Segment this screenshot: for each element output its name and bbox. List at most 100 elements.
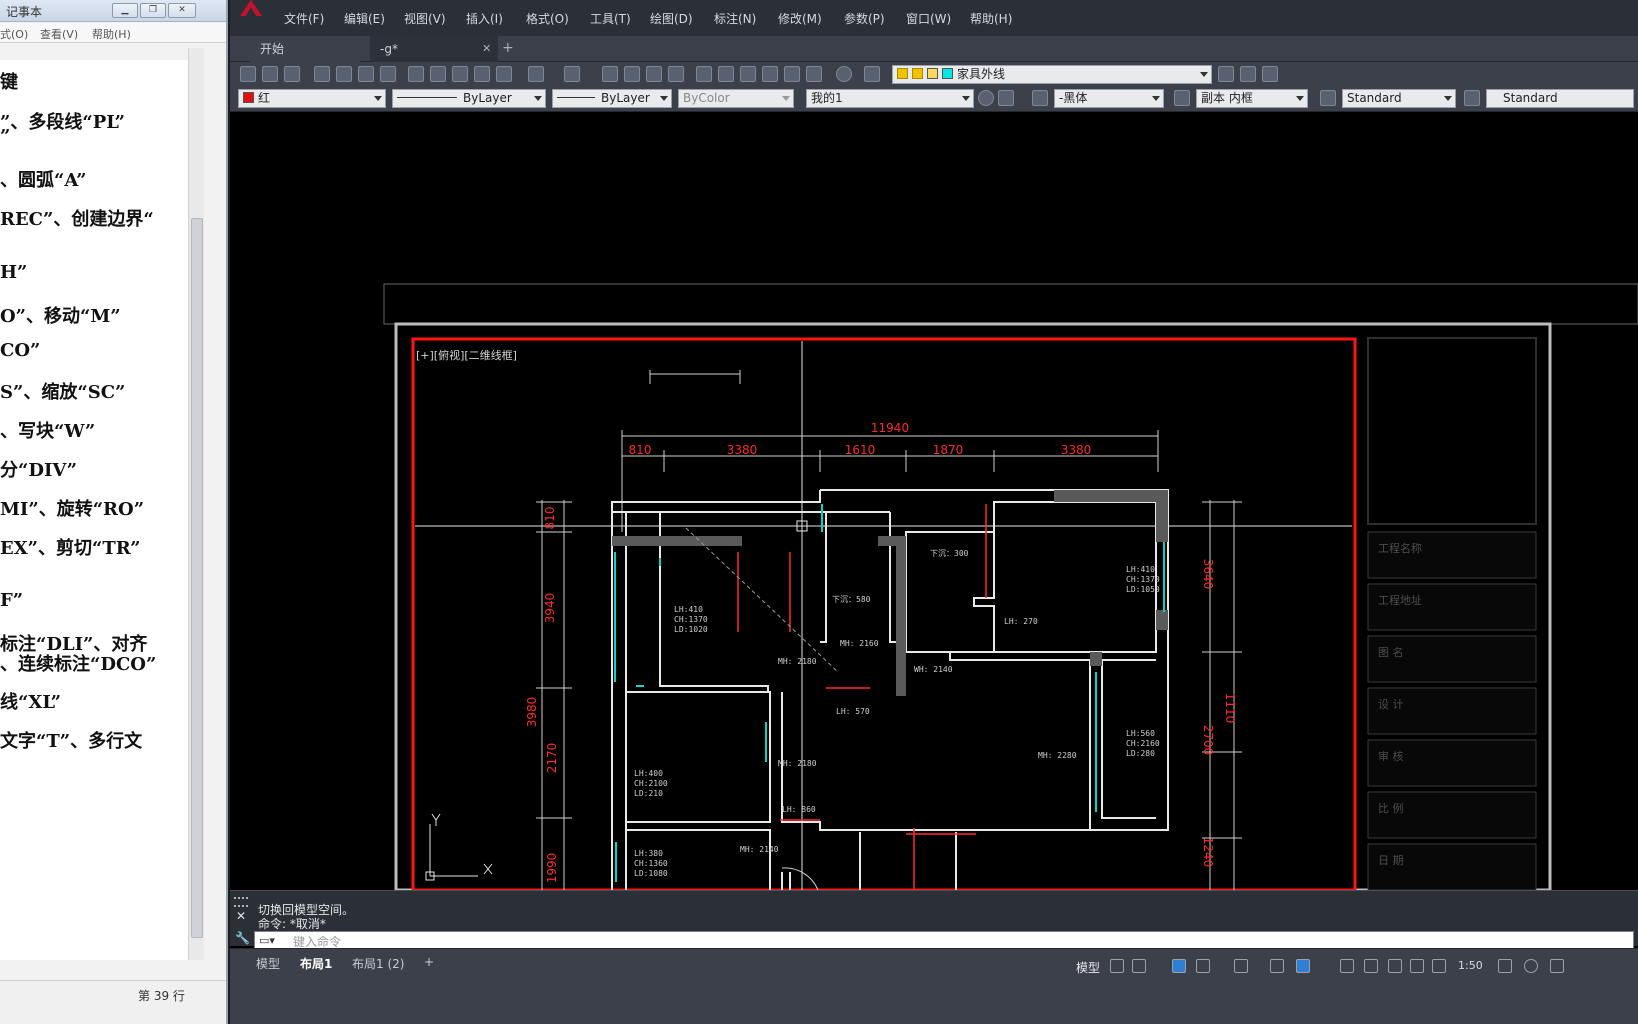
polar-icon[interactable] <box>1196 959 1210 973</box>
annotation-scale-icon[interactable] <box>1388 959 1402 973</box>
menu-insert[interactable]: 插入(I) <box>466 10 503 27</box>
color-dropdown[interactable]: 红 <box>238 89 386 108</box>
model-space-toggle[interactable]: 模型 <box>1076 959 1100 976</box>
dim-style-icon[interactable] <box>1174 90 1190 106</box>
open-icon[interactable] <box>262 66 278 82</box>
auto-scale-icon[interactable] <box>1364 959 1378 973</box>
close-button[interactable]: ✕ <box>168 3 196 18</box>
snap-icon[interactable] <box>1132 959 1146 973</box>
plotstyle-dropdown[interactable]: ByColor <box>678 89 794 108</box>
add-layout-icon[interactable]: + <box>424 955 434 969</box>
scrollbar-thumb[interactable] <box>191 218 203 938</box>
visual-style-icon[interactable] <box>998 90 1014 106</box>
layer-previous-icon[interactable] <box>1240 66 1256 82</box>
maximize-button[interactable]: ❐ <box>140 3 166 18</box>
text-style-dropdown[interactable]: -黑体 <box>1054 89 1164 108</box>
viewport-label[interactable]: [+][俯视][二维线框] <box>416 347 517 363</box>
tab-layout1-2[interactable]: 布局1 (2) <box>352 955 404 972</box>
notepad-scrollbar[interactable] <box>188 48 204 960</box>
save-icon[interactable] <box>284 66 300 82</box>
menu-draw[interactable]: 绘图(D) <box>650 10 693 27</box>
drawing-canvas[interactable]: 工程名称 工程地址 图 名 设 计 审 核 比 例 日 期 11940 810 … <box>230 112 1638 890</box>
tab-start[interactable]: 开始 <box>250 36 360 62</box>
pan-icon[interactable] <box>602 66 618 82</box>
tab-layout1[interactable]: 布局1 <box>300 955 332 972</box>
scale-readout[interactable]: 1:50 <box>1458 959 1483 972</box>
ortho-icon[interactable] <box>1172 959 1186 973</box>
markup-icon[interactable] <box>784 66 800 82</box>
annotation-visibility-icon[interactable] <box>1340 959 1354 973</box>
osnap-tracking-icon[interactable] <box>1270 959 1284 973</box>
viewport-icon[interactable] <box>1432 959 1446 973</box>
make-current-icon[interactable] <box>1218 66 1234 82</box>
add-tab-icon[interactable]: + <box>502 40 514 56</box>
layer-states-icon[interactable] <box>1262 66 1278 82</box>
menu-format[interactable]: 式(O) <box>0 26 28 42</box>
close-tab-icon[interactable]: ✕ <box>482 42 491 55</box>
named-style-dropdown[interactable]: 我的1 <box>806 89 974 108</box>
3d-print-icon[interactable] <box>380 66 396 82</box>
zoom-realtime-icon[interactable] <box>624 66 640 82</box>
tab-model[interactable]: 模型 <box>256 955 280 972</box>
layer-properties-icon[interactable] <box>864 66 880 82</box>
wrench-icon[interactable]: 🔧 <box>235 931 250 945</box>
drag-handle-icon[interactable] <box>234 897 248 907</box>
sheet-set-icon[interactable] <box>762 66 778 82</box>
menu-dimension[interactable]: 标注(N) <box>714 10 756 27</box>
gear-icon[interactable] <box>1524 959 1538 973</box>
text-style-icon[interactable] <box>1032 90 1048 106</box>
menu-modify[interactable]: 修改(M) <box>778 10 822 27</box>
mleader-style-dropdown[interactable]: Standard <box>1486 89 1634 108</box>
menu-view[interactable]: 查看(V) <box>40 26 78 42</box>
menu-window[interactable]: 窗口(W) <box>906 10 951 27</box>
notepad-titlebar[interactable]: 记事本 ▁ ❐ ✕ <box>0 0 226 22</box>
new-icon[interactable] <box>240 66 256 82</box>
isometric-icon[interactable] <box>1234 959 1248 973</box>
lineweight-dropdown[interactable]: ByLayer <box>552 89 672 108</box>
mleader-style-icon[interactable] <box>1464 90 1480 106</box>
object-snap-icon[interactable] <box>1296 959 1310 973</box>
gear-icon[interactable] <box>978 90 994 106</box>
customize-icon[interactable] <box>1550 959 1564 973</box>
properties-icon[interactable] <box>696 66 712 82</box>
menu-tools[interactable]: 工具(T) <box>590 10 631 27</box>
minimize-button[interactable]: ▁ <box>112 3 138 18</box>
grid-icon[interactable] <box>1110 959 1124 973</box>
publish-icon[interactable] <box>358 66 374 82</box>
menu-file[interactable]: 文件(F) <box>284 10 324 27</box>
zoom-previous-icon[interactable] <box>668 66 684 82</box>
match-properties-icon[interactable] <box>474 66 490 82</box>
menu-view[interactable]: 视图(V) <box>404 10 446 27</box>
maximize-viewport-icon[interactable] <box>1498 959 1512 973</box>
help-icon[interactable] <box>836 66 852 82</box>
menu-help[interactable]: 帮助(H) <box>970 10 1012 27</box>
table-style-dropdown[interactable]: Standard <box>1342 89 1456 108</box>
copy-icon[interactable] <box>430 66 446 82</box>
lock-icon[interactable] <box>1410 959 1424 973</box>
calculator-icon[interactable] <box>806 66 822 82</box>
zoom-window-icon[interactable] <box>646 66 662 82</box>
paste-icon[interactable] <box>452 66 468 82</box>
table-style-icon[interactable] <box>1320 90 1336 106</box>
menu-edit[interactable]: 编辑(E) <box>344 10 385 27</box>
linetype-dropdown[interactable]: ByLayer <box>392 89 546 108</box>
design-center-icon[interactable] <box>718 66 734 82</box>
tool-palettes-icon[interactable] <box>740 66 756 82</box>
command-input[interactable]: ▭▾ 键入命令 <box>254 931 1634 949</box>
dim-style-dropdown[interactable]: 副本 内框 <box>1196 89 1308 108</box>
menu-help[interactable]: 帮助(H) <box>92 26 131 42</box>
menu-parametric[interactable]: 参数(P) <box>844 10 885 27</box>
notepad-text-area[interactable]: 键 ”、多段线“PL” ” 、圆弧“A” REC”、创建边界“ H” O”、移动… <box>0 60 188 960</box>
cut-icon[interactable] <box>408 66 424 82</box>
layer-dropdown[interactable]: 家具外线 <box>892 65 1212 84</box>
undo-icon[interactable] <box>528 66 544 82</box>
print-icon[interactable] <box>314 66 330 82</box>
block-editor-icon[interactable] <box>496 66 512 82</box>
preview-icon[interactable] <box>336 66 352 82</box>
tab-document[interactable]: -g* <box>370 36 498 62</box>
redo-icon[interactable] <box>564 66 580 82</box>
menu-format[interactable]: 格式(O) <box>526 10 569 27</box>
autocad-logo-icon[interactable] <box>240 0 262 16</box>
command-prompt-icon[interactable]: ▭▾ <box>259 934 275 947</box>
close-icon[interactable]: ✕ <box>236 909 246 923</box>
